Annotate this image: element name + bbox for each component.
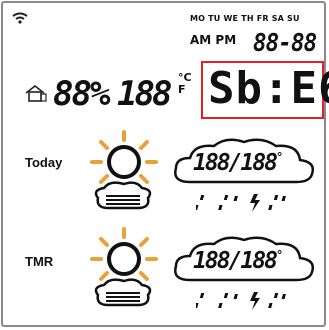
sun-icon-tomorrow (90, 227, 158, 307)
unit-fahrenheit: F (178, 83, 186, 96)
segment-readout: Sb:E6 (208, 63, 329, 114)
tomorrow-temps: 188/188 (193, 248, 278, 274)
tomorrow-label: TMR (25, 254, 54, 269)
weekday-row: MO TU WE TH FR SA SU (190, 14, 300, 23)
today-degree: ° (275, 150, 283, 164)
tomorrow-temperature-range: 188/188° (193, 248, 283, 274)
wifi-icon (12, 12, 28, 24)
sun-icon (90, 130, 158, 210)
pm-label: PM (215, 33, 237, 47)
clock-display: 88-88 (253, 28, 317, 57)
am-pm-indicator: AM PM (190, 33, 236, 47)
today-rain-icon (196, 194, 286, 212)
am-label: AM (190, 33, 212, 47)
indoor-temperature: 188 (117, 74, 172, 114)
tomorrow-degree: ° (275, 248, 283, 262)
tomorrow-rain-icon (196, 292, 286, 310)
today-temps: 188/188 (193, 150, 278, 176)
temperature-unit: °C F (178, 72, 192, 96)
today-label: Today (25, 155, 63, 170)
today-temperature-range: 188/188° (193, 150, 283, 176)
indoor-humidity: 88% (53, 74, 110, 114)
house-icon (25, 84, 47, 102)
